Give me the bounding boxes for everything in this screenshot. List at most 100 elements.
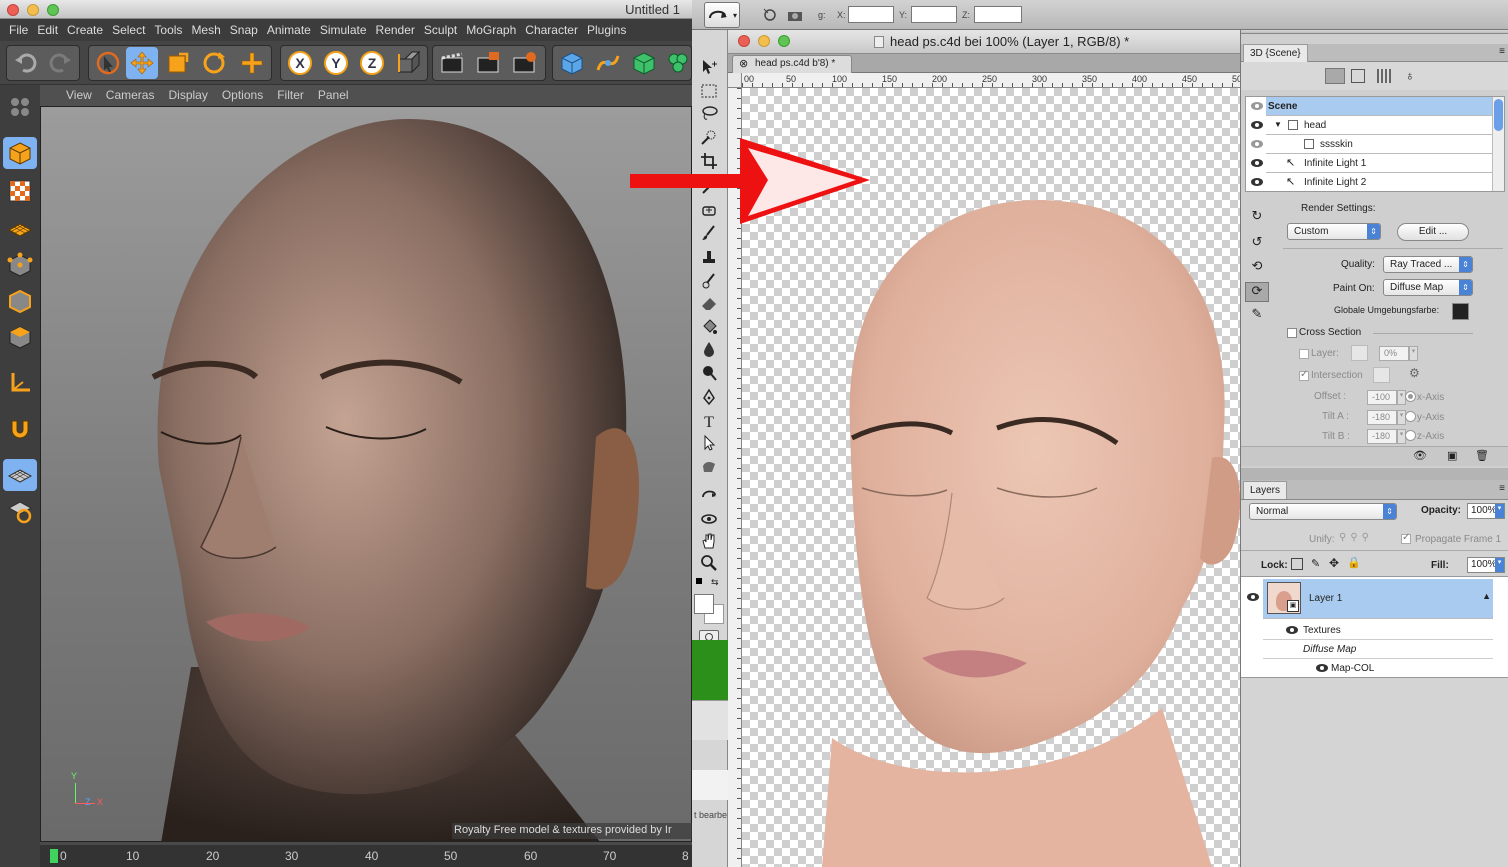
menu-tools[interactable]: Tools	[145, 19, 182, 37]
path-selection-icon[interactable]	[696, 432, 722, 454]
scene-row-light-1[interactable]: ↖ Infinite Light 1	[1266, 154, 1492, 173]
eraser-icon[interactable]	[696, 292, 722, 314]
menu-edit[interactable]: Edit	[28, 19, 58, 37]
shape-tool-icon[interactable]	[696, 456, 722, 478]
doc-tab[interactable]: ⊗ head ps.c4d b'8) *	[732, 55, 852, 73]
array-icon[interactable]	[662, 47, 692, 79]
points-mode-icon[interactable]	[3, 249, 37, 281]
menu-simulate[interactable]: Simulate	[311, 19, 367, 37]
y-position-input[interactable]	[911, 6, 957, 23]
global-ambient-swatch[interactable]	[1452, 303, 1469, 320]
subdivision-icon[interactable]	[628, 47, 660, 79]
dodge-tool-icon[interactable]	[696, 362, 722, 384]
blend-mode-select[interactable]: Normal ⇕	[1249, 503, 1397, 520]
z-axis-icon[interactable]: Z	[356, 47, 388, 79]
scene-row-material[interactable]: sssskin	[1266, 135, 1492, 154]
vp-menu-display[interactable]: Display	[154, 85, 207, 102]
blur-tool-icon[interactable]	[696, 338, 722, 360]
paint-on-select[interactable]: Diffuse Map ⇕	[1383, 279, 1473, 296]
clone-stamp-icon[interactable]	[696, 246, 722, 268]
chevron-down-icon[interactable]: ▾	[1409, 346, 1418, 361]
3d-rotate-icon[interactable]	[696, 484, 722, 506]
texture-mode-icon[interactable]	[3, 175, 37, 207]
tab-layers[interactable]: Layers	[1243, 481, 1288, 499]
close-icon[interactable]: ⊗	[739, 57, 748, 70]
3d-orbit-icon[interactable]	[696, 508, 722, 530]
eye-icon[interactable]	[1285, 625, 1299, 635]
textures-row[interactable]: Textures	[1263, 621, 1493, 640]
new-layer-icon[interactable]: ▣	[1447, 449, 1457, 462]
tilt-a-field[interactable]: -180	[1367, 410, 1397, 425]
timeline[interactable]: 0 10 20 30 40 50 60 70 8	[40, 845, 692, 867]
map-row[interactable]: Map-COL	[1263, 659, 1493, 678]
eye-icon[interactable]	[1250, 101, 1264, 111]
intersection-color-swatch[interactable]	[1373, 367, 1390, 383]
polygons-mode-icon[interactable]	[3, 321, 37, 353]
scale-icon[interactable]	[162, 47, 194, 79]
flip-section-icon[interactable]: ⚙	[1409, 366, 1420, 380]
disclosure-triangle-icon[interactable]: ▼	[1274, 120, 1282, 129]
playhead[interactable]	[50, 849, 58, 863]
add-icon[interactable]	[236, 47, 268, 79]
tab-3d-scene[interactable]: 3D {Scene}	[1243, 44, 1308, 62]
eye-icon[interactable]	[1250, 139, 1264, 149]
minimize-button[interactable]	[758, 35, 770, 47]
propagate-checkbox[interactable]: ✓	[1401, 532, 1411, 544]
menu-animate[interactable]: Animate	[258, 19, 311, 37]
enable-snap-icon[interactable]	[3, 495, 37, 527]
vp-menu-panel[interactable]: Panel	[304, 85, 349, 102]
axis-mode-icon[interactable]	[3, 367, 37, 399]
layer-color-swatch[interactable]	[1351, 345, 1368, 361]
menu-select[interactable]: Select	[103, 19, 145, 37]
camera-icon[interactable]	[786, 7, 806, 23]
diffuse-row[interactable]: Diffuse Map	[1263, 640, 1493, 659]
hand-tool-icon[interactable]	[696, 530, 722, 552]
edges-mode-icon[interactable]	[3, 285, 37, 317]
scene-row-scene[interactable]: Scene	[1266, 97, 1492, 116]
paint-bucket-icon[interactable]	[696, 316, 722, 338]
toggle-ground-icon[interactable]: 👁	[1413, 449, 1427, 462]
redo-icon[interactable]	[44, 47, 76, 79]
y-axis-icon[interactable]: Y	[320, 47, 352, 79]
meshes-icon[interactable]	[1351, 69, 1365, 83]
model-mode-icon[interactable]	[3, 137, 37, 169]
x-position-input[interactable]	[848, 6, 894, 23]
close-button[interactable]	[738, 35, 750, 47]
layer-row[interactable]: ▣ Layer 1 ▲	[1263, 579, 1493, 619]
opacity-field[interactable]: 100% ▾	[1467, 503, 1505, 519]
3d-viewport[interactable]: Y Z X	[40, 106, 692, 842]
live-selection-icon[interactable]	[92, 47, 124, 79]
offset-field[interactable]: -100	[1367, 390, 1397, 405]
render-view-icon[interactable]	[436, 47, 468, 79]
tilt-b-field[interactable]: -180	[1367, 429, 1397, 444]
move-icon[interactable]	[126, 47, 158, 79]
menu-mograph[interactable]: MoGraph	[457, 19, 516, 37]
intersection-checkbox[interactable]: ✓	[1299, 369, 1309, 381]
pen-tool-icon[interactable]	[696, 386, 722, 408]
cube-icon[interactable]	[556, 47, 588, 79]
layer-checkbox[interactable]	[1299, 349, 1309, 359]
lock-pixels-icon[interactable]: ✎	[1311, 557, 1320, 570]
vp-menu-options[interactable]: Options	[208, 85, 263, 102]
eye-icon[interactable]	[1250, 158, 1264, 168]
workplane-icon[interactable]	[3, 213, 37, 245]
3d-slide-icon[interactable]: ⟳	[1245, 282, 1269, 302]
render-picture-viewer-icon[interactable]	[472, 47, 504, 79]
minimize-button[interactable]	[27, 4, 39, 16]
vp-menu-cameras[interactable]: Cameras	[92, 85, 155, 102]
z-position-input[interactable]	[974, 6, 1022, 23]
history-brush-icon[interactable]	[696, 270, 722, 292]
spline-icon[interactable]	[592, 47, 624, 79]
menu-snap[interactable]: Snap	[221, 19, 258, 37]
move-tool-icon[interactable]	[696, 56, 722, 78]
magnet-icon[interactable]	[3, 413, 37, 445]
scene-row-head[interactable]: ▼ head	[1266, 116, 1492, 135]
zoom-button[interactable]	[778, 35, 790, 47]
zoom-tool-icon[interactable]	[696, 552, 722, 574]
rotate-icon[interactable]	[198, 47, 230, 79]
quality-select[interactable]: Ray Traced ... ⇕	[1383, 256, 1473, 273]
undo-icon[interactable]	[10, 47, 42, 79]
x-axis-radio[interactable]	[1405, 391, 1416, 402]
lock-position-icon[interactable]: ✥	[1329, 556, 1339, 570]
3d-roll-icon[interactable]: ↺	[1245, 234, 1269, 254]
